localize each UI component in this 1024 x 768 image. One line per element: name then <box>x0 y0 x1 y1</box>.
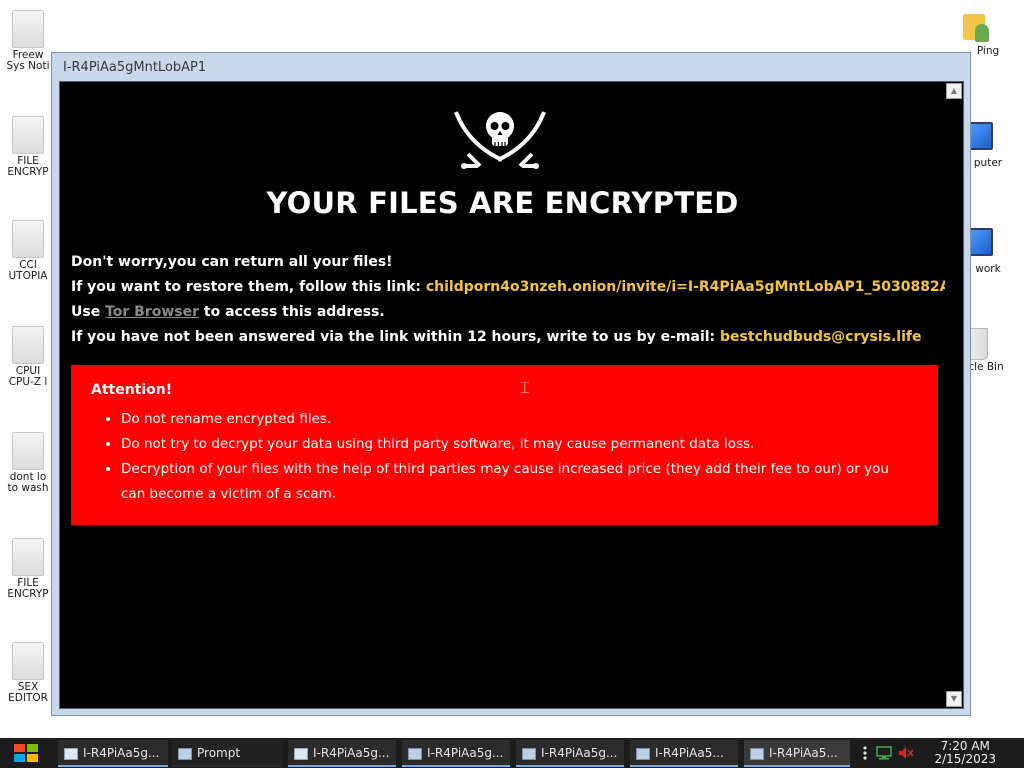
clock-date: 2/15/2023 <box>934 752 996 766</box>
window-title: I-R4PiAa5gMntLobAP1 <box>63 60 207 75</box>
clock[interactable]: 7:20 AM 2/15/2023 <box>934 740 996 766</box>
tor-line: Use Tor Browser to access this address. <box>71 304 385 320</box>
scroll-down-button[interactable]: ▼ <box>946 691 962 707</box>
more-options-icon[interactable] <box>862 745 868 761</box>
document-icon <box>12 538 44 576</box>
attention-item: Decryption of your files with the help o… <box>121 457 911 507</box>
attention-title: Attention! <box>91 382 173 398</box>
encrypted-heading: YOUR FILES ARE ENCRYPTED <box>266 186 739 220</box>
taskbar-item[interactable]: I-R4PiAa5... <box>630 740 738 767</box>
taskbar-item[interactable]: I-R4PiAa5g... <box>288 740 396 767</box>
window-content: YOUR FILES ARE ENCRYPTED Don't worry,you… <box>59 81 964 709</box>
window-icon <box>408 747 422 760</box>
taskbar-item-label: I-R4PiAa5g... <box>313 746 390 760</box>
attention-box: Attention! Do not rename encrypted files… <box>71 365 938 525</box>
window-icon <box>636 747 650 760</box>
attention-item: Do not rename encrypted files. <box>121 407 911 432</box>
restore-link-line: If you want to restore them, follow this… <box>71 279 951 295</box>
desktop-icon-ping[interactable]: Ping <box>944 8 1008 57</box>
window-icon <box>750 747 764 760</box>
taskbar-item[interactable]: I-R4PiAa5... <box>744 740 850 767</box>
taskbar-item[interactable]: Prompt <box>172 740 282 767</box>
vertical-scrollbar[interactable]: ▲ ▼ <box>945 82 963 708</box>
email-line-text: If you have not been answered via the li… <box>71 329 721 345</box>
restore-link-text: If you want to restore them, follow this… <box>71 279 426 295</box>
email-line: If you have not been answered via the li… <box>71 329 921 345</box>
system-tray: 7:20 AM 2/15/2023 <box>854 738 1024 768</box>
start-button[interactable] <box>10 738 42 768</box>
taskbar-item[interactable]: I-R4PiAa5g... <box>58 740 168 767</box>
scroll-up-button[interactable]: ▲ <box>946 83 962 99</box>
folder-user-icon <box>961 8 991 44</box>
document-icon <box>12 220 44 258</box>
volume-muted-icon[interactable] <box>898 746 914 760</box>
taskbar-item-label: I-R4PiAa5... <box>655 746 724 760</box>
window-icon <box>522 747 536 760</box>
attention-item: Do not try to decrypt your data using th… <box>121 432 911 457</box>
window-icon <box>294 747 308 760</box>
attention-list: Do not rename encrypted files. Do not tr… <box>101 407 911 507</box>
prompt-icon <box>178 747 192 760</box>
skull-crossed-swords-icon <box>454 111 546 169</box>
text-cursor-icon: ⌶ <box>520 378 530 397</box>
tor-browser-link[interactable]: Tor Browser <box>105 304 199 320</box>
taskbar-item[interactable]: I-R4PiAa5g... <box>402 740 510 767</box>
ransom-window: I-R4PiAa5gMntLobAP1 YOUR FILES ARE ENCRY… <box>51 52 971 716</box>
taskbar-item-label: I-R4PiAa5... <box>769 746 838 760</box>
document-icon <box>12 432 44 470</box>
reassure-line: Don't worry,you can return all your file… <box>71 254 393 270</box>
document-icon <box>12 10 44 48</box>
taskbar-item-label: I-R4PiAa5g... <box>541 746 618 760</box>
contact-email[interactable]: bestchudbuds@crysis.life <box>720 329 921 345</box>
taskbar: I-R4PiAa5g... Prompt I-R4PiAa5g... I-R4P… <box>0 738 1024 768</box>
document-icon <box>12 642 44 680</box>
onion-link[interactable]: childporn4o3nzeh.onion/invite/i=I-R4PiAa… <box>426 279 951 295</box>
network-tray-icon[interactable] <box>876 746 892 760</box>
taskbar-item[interactable]: I-R4PiAa5g... <box>516 740 624 767</box>
document-icon <box>12 326 44 364</box>
tor-line-suffix: to access this address. <box>199 304 385 320</box>
window-icon <box>64 747 78 760</box>
taskbar-item-label: Prompt <box>197 746 241 760</box>
tor-line-prefix: Use <box>71 304 106 320</box>
taskbar-item-label: I-R4PiAa5g... <box>427 746 504 760</box>
taskbar-item-label: I-R4PiAa5g... <box>83 746 160 760</box>
document-icon <box>12 116 44 154</box>
